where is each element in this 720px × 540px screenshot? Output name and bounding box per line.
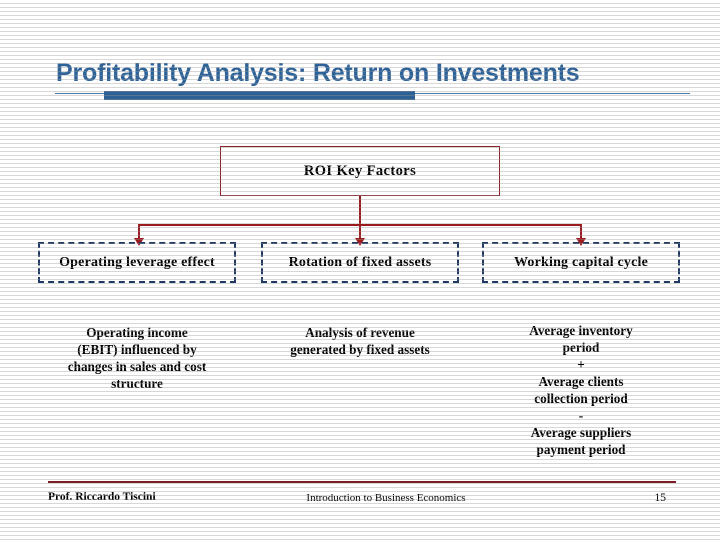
description-line: (EBIT) influenced by bbox=[77, 342, 197, 357]
footer-author: Prof. Riccardo Tiscini bbox=[48, 491, 156, 503]
title-underline-accent-bar bbox=[104, 91, 415, 100]
description-line: changes in sales and cost bbox=[67, 359, 207, 374]
description-line: Average suppliers bbox=[530, 425, 632, 440]
footer: Prof. Riccardo Tiscini Introduction to B… bbox=[48, 491, 676, 509]
diagram-root-node-label: ROI Key Factors bbox=[303, 162, 417, 179]
footer-course-title: Introduction to Business Economics bbox=[306, 492, 466, 504]
factor-node-label: Rotation of fixed assets bbox=[288, 254, 432, 270]
description-operator-minus: - bbox=[578, 408, 584, 423]
description-line: Operating income bbox=[86, 325, 188, 340]
description-line: period bbox=[562, 340, 600, 355]
footer-divider bbox=[48, 481, 676, 483]
description-line: collection period bbox=[534, 391, 628, 406]
description-line: payment period bbox=[536, 442, 626, 457]
factor-description-1: Operating income (EBIT) influenced by ch… bbox=[33, 324, 241, 392]
description-line: Average clients bbox=[538, 374, 624, 389]
connector-stem-vertical bbox=[359, 196, 361, 225]
description-operator-plus: + bbox=[577, 357, 585, 372]
factor-description-2: Analysis of revenue generated by fixed a… bbox=[256, 324, 464, 358]
factor-node-label: Operating leverage effect bbox=[59, 254, 215, 270]
slide-canvas: Profitability Analysis: Return on Invest… bbox=[0, 0, 720, 540]
page-title: Profitability Analysis: Return on Invest… bbox=[56, 59, 580, 87]
description-line: generated by fixed assets bbox=[290, 342, 430, 357]
footer-page-number: 15 bbox=[654, 492, 667, 504]
description-line: structure bbox=[111, 376, 163, 391]
description-line: Analysis of revenue bbox=[305, 325, 415, 340]
factor-description-3: Average inventory period + Average clien… bbox=[477, 322, 685, 458]
factor-node-working-capital-cycle: Working capital cycle bbox=[482, 242, 680, 283]
factor-node-label: Working capital cycle bbox=[513, 254, 649, 270]
factor-node-operating-leverage: Operating leverage effect bbox=[38, 242, 236, 283]
description-line: Average inventory bbox=[529, 323, 633, 338]
factor-node-rotation-fixed-assets: Rotation of fixed assets bbox=[261, 242, 459, 283]
diagram-root-node: ROI Key Factors bbox=[220, 146, 500, 196]
